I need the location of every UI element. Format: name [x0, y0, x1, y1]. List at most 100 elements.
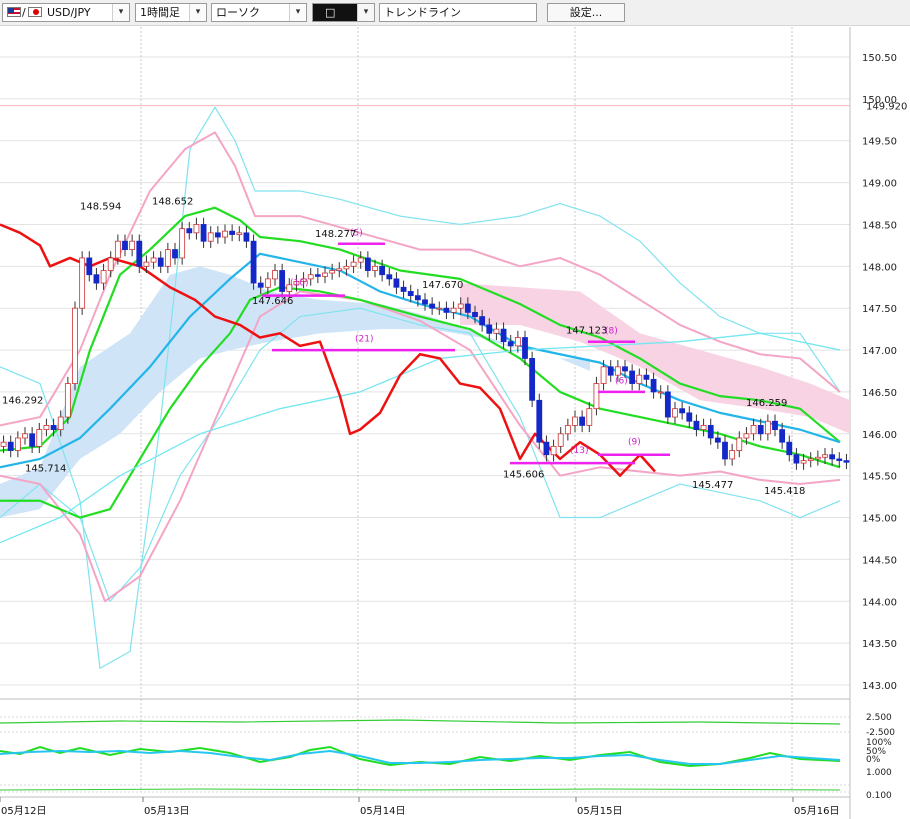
candle-body: [386, 274, 393, 280]
candle-body: [572, 416, 578, 426]
symbol-label: USD/JPY: [47, 6, 91, 19]
chevron-down-icon[interactable]: ▾: [357, 4, 374, 21]
candle-body: [93, 274, 100, 284]
candle-body: [79, 257, 86, 309]
timeframe-label: 1時間足: [140, 6, 180, 19]
candle-body: [157, 257, 164, 267]
candle-body: [714, 437, 721, 443]
candle-body: [764, 420, 771, 435]
candle-body: [493, 328, 500, 334]
candle-body: [443, 307, 450, 313]
candle-body: [522, 337, 528, 359]
candle-body: [393, 278, 400, 288]
candle-body: [14, 437, 21, 451]
candle-body: [214, 232, 221, 238]
candle-body: [372, 265, 378, 271]
price-tick-label: 143.00: [862, 681, 897, 692]
high-low-label: 146.259: [746, 398, 787, 409]
candle-body: [36, 429, 43, 447]
candle-body: [457, 303, 464, 309]
high-low-label: 147.670: [422, 280, 463, 291]
candle-body: [629, 370, 636, 384]
candle-body: [107, 257, 114, 271]
candle-body: [707, 425, 714, 439]
candle-body: [236, 232, 243, 235]
candle-body: [329, 270, 336, 274]
high-low-label: 145.477: [692, 480, 733, 491]
price-tick-label: 148.50: [862, 220, 897, 231]
candle-body: [679, 408, 686, 414]
us-flag-icon: [7, 7, 21, 17]
candle-body: [729, 450, 736, 460]
candle-body: [843, 460, 850, 463]
high-low-label: 145.714: [25, 463, 66, 474]
candle-body: [422, 299, 428, 305]
trendline-label: (6): [615, 377, 628, 387]
high-low-label: 148.277: [315, 229, 356, 240]
candle-body: [272, 270, 278, 280]
symbol-select[interactable]: / USD/JPY ▾: [2, 3, 130, 22]
trendline-label: (13): [570, 446, 588, 456]
candle-body: [350, 261, 357, 267]
chart-type-select[interactable]: ローソク ▾: [211, 3, 307, 22]
candle-body: [743, 433, 750, 439]
candle-body: [50, 425, 57, 431]
candle-body: [836, 458, 843, 461]
price-tick-label: 144.50: [862, 555, 897, 566]
candle-body: [7, 441, 14, 451]
candle-body: [757, 425, 764, 435]
candle-size-select[interactable]: □ ▾: [312, 3, 375, 22]
candle-body: [829, 454, 836, 460]
candle-body: [636, 374, 643, 384]
chart-area[interactable]: 150.50 150.00 149.50 149.00 148.50 148.00 147.…: [0, 27, 910, 819]
settings-button[interactable]: 設定...: [547, 3, 625, 22]
price-tick-label: 147.00: [862, 346, 897, 357]
drawing-tool-select[interactable]: トレンドライン: [379, 3, 537, 22]
price-tick-label: 144.00: [862, 597, 897, 608]
date-label: 05月15日: [577, 805, 622, 817]
candle-body: [264, 278, 271, 288]
candle-body: [164, 249, 171, 267]
price-tick-label: 143.50: [862, 639, 897, 650]
candle-body: [472, 311, 478, 317]
timeframe-select[interactable]: 1時間足 ▾: [135, 3, 207, 22]
candle-body: [279, 270, 286, 292]
candle-body: [257, 282, 264, 288]
drawing-tool-label: トレンドライン: [384, 6, 461, 19]
candle-body: [464, 303, 471, 313]
candle-body: [429, 303, 436, 309]
candle-body: [700, 425, 707, 431]
chevron-down-icon[interactable]: ▾: [289, 4, 306, 21]
high-low-label: 148.652: [152, 196, 193, 207]
price-chart[interactable]: 150.50150.00149.50149.00148.50148.00147.…: [0, 27, 910, 819]
candle-body: [486, 324, 493, 334]
candle-body: [400, 286, 407, 292]
candle-body: [172, 249, 178, 259]
candle-body: [643, 374, 650, 380]
candle-body: [686, 412, 693, 422]
candle-body: [357, 257, 364, 263]
date-label: 05月14日: [360, 805, 405, 817]
chevron-down-icon[interactable]: ▾: [189, 4, 206, 21]
candle-body: [622, 366, 628, 372]
candle-body: [29, 433, 36, 447]
candle-body: [222, 230, 228, 238]
candle-body: [436, 307, 443, 310]
price-tick-label: 145.50: [862, 472, 897, 483]
candle-body: [114, 240, 121, 259]
sub-tick-label: 0%: [866, 755, 881, 765]
current-price-label: 149.920: [866, 102, 907, 113]
candle-body: [150, 257, 157, 263]
high-low-label: 146.292: [2, 396, 43, 407]
chevron-down-icon[interactable]: ▾: [112, 4, 129, 21]
candle-body: [514, 337, 521, 347]
price-tick-label: 149.00: [862, 179, 897, 190]
candle-body: [307, 274, 314, 280]
candle-body: [593, 383, 600, 410]
trendline-label: (10): [290, 279, 308, 289]
candle-body: [193, 224, 200, 234]
candle-body: [136, 240, 143, 267]
candle-body: [100, 270, 107, 284]
sub-tick-label: 2.500: [866, 713, 892, 723]
candle-body: [479, 316, 486, 326]
